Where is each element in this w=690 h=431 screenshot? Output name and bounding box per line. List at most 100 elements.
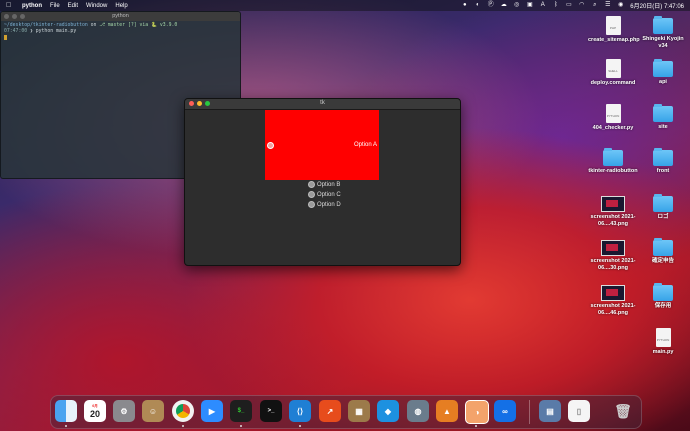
php-file-icon: PHP <box>605 16 621 35</box>
radio-option-a[interactable] <box>267 142 274 149</box>
wifi-icon[interactable]: ◠ <box>578 2 585 9</box>
python-file-icon: PYTHON <box>605 104 621 123</box>
desktop-file-create-sitemap[interactable]: PHP create_sitemap.php <box>588 16 640 44</box>
chrome-icon[interactable] <box>172 400 194 422</box>
desktop-icon-label: main.py <box>652 349 674 355</box>
radio-option-c-label[interactable]: Option C <box>317 192 341 198</box>
radio-option-a-label[interactable]: Option A <box>354 142 377 148</box>
status-p-icon[interactable]: Ⓟ <box>487 2 494 9</box>
desktop-screenshot-43[interactable]: screenshot 2021-06....43.png <box>588 196 638 227</box>
desktop-icon-label: deploy.command <box>590 80 636 86</box>
radio-option-d[interactable] <box>308 201 315 208</box>
terminal-alt-icon[interactable]: >_ <box>260 400 282 422</box>
vscode-icon[interactable]: ⟨⟩ <box>289 400 311 422</box>
docker-icon[interactable]: ◆ <box>377 400 399 422</box>
dock: 6月 20 ⚙ ☺ ▶ $_ >_ ⟨⟩ ↗ ▦ ◆ ◍ ▲ ◑ ∞ ▤ ▯ 🗑 <box>50 395 642 429</box>
radio-option-b-label[interactable]: Option B <box>317 182 340 188</box>
desktop-folder-front[interactable]: front <box>638 148 688 175</box>
desktop-folder-tkinter-radiobutton[interactable]: tkinter-radiobutton <box>588 148 638 175</box>
terminal-titlebar[interactable]: python <box>1 12 240 21</box>
search-icon[interactable]: ⌕ <box>591 2 598 9</box>
image-file-icon <box>601 196 625 212</box>
desktop-icon-label: front <box>656 168 670 174</box>
trash-icon[interactable]: 🗑 <box>612 400 634 422</box>
finder-icon[interactable] <box>55 400 77 422</box>
control-center-icon[interactable]: ☰ <box>604 2 611 9</box>
status-a-icon[interactable]: A <box>539 2 546 9</box>
calendar-icon[interactable]: 6月 20 <box>84 400 106 422</box>
desktop-folder-tax-return[interactable]: 確定申告 <box>638 238 688 265</box>
radio-option-b-row[interactable]: Option B <box>308 181 340 188</box>
folder-icon <box>653 283 673 301</box>
folder-icon <box>653 104 673 122</box>
menu-file[interactable]: File <box>50 3 60 9</box>
desktop-icon-label: screenshot 2021-06....43.png <box>590 214 636 227</box>
terminal-output[interactable]: ~/desktop/tkinter-radiobutton on ⎇ maste… <box>1 21 240 45</box>
radio-option-b[interactable] <box>308 181 315 188</box>
desktop-folder-storage[interactable]: 保存用 <box>638 283 688 310</box>
running-indicator <box>182 425 184 427</box>
menu-bar:  python File Edit Window Help ● ◐ Ⓟ ☁ ◎… <box>0 0 690 11</box>
desktop-icon-label: ロゴ <box>657 214 669 220</box>
folder-icon <box>653 59 673 77</box>
desktop-icon-label: Shingeki Kyojin v34 <box>642 36 684 49</box>
desktop-icon-label: create_sitemap.php <box>588 37 640 43</box>
radio-option-a-panel[interactable]: Option A <box>265 110 379 180</box>
archive-icon[interactable]: ▦ <box>348 400 370 422</box>
status-app-icon-4[interactable]: ▣ <box>526 2 533 9</box>
system-preferences-icon[interactable]: ⚙ <box>113 400 135 422</box>
running-indicator <box>240 425 242 427</box>
folder-icon <box>653 238 673 256</box>
desktop-icon-label: api <box>659 79 667 85</box>
running-indicator <box>299 425 301 427</box>
desktop-screenshot-46[interactable]: screenshot 2021-06....46.png <box>588 285 638 316</box>
desktop-file-main-py[interactable]: PYTHON main.py <box>638 328 688 356</box>
charts-app-icon[interactable]: ↗ <box>319 400 341 422</box>
radio-option-c-row[interactable]: Option C <box>308 191 341 198</box>
prompt-branch: ⎇ master [?] via 🐍 v3.9.0 <box>99 23 178 28</box>
desktop-folder-site[interactable]: site <box>638 104 688 131</box>
status-cloud-icon[interactable]: ☁ <box>500 2 507 9</box>
menu-window[interactable]: Window <box>86 3 107 9</box>
desktop-folder-logo[interactable]: ロゴ <box>638 194 688 221</box>
status-app-icon-3[interactable]: ◎ <box>513 2 520 9</box>
document-icon[interactable]: ▯ <box>568 400 590 422</box>
zoom-icon[interactable]: ▶ <box>201 400 223 422</box>
desktop-screenshot-30[interactable]: screenshot 2021-06....30.png <box>588 240 638 271</box>
desktop-icon-label: 保存用 <box>654 303 672 309</box>
dock-separator <box>529 400 530 424</box>
desktop-file-404-checker[interactable]: PYTHON 404_checker.py <box>588 104 638 132</box>
folder-icon <box>603 148 623 166</box>
terminal-title: python <box>112 13 129 19</box>
infinity-icon[interactable]: ∞ <box>494 400 516 422</box>
running-indicator <box>475 425 477 427</box>
menu-edit[interactable]: Edit <box>68 3 78 9</box>
contacts-icon[interactable]: ☺ <box>142 400 164 422</box>
calendar-day: 20 <box>89 408 100 419</box>
menubar-datetime[interactable]: 6月20日(日) 7:47:06 <box>630 1 684 10</box>
status-app-icon[interactable]: ● <box>461 2 468 9</box>
tk-titlebar[interactable]: tk <box>185 99 460 110</box>
terminal-icon[interactable]: $_ <box>230 400 252 422</box>
apple-icon[interactable]:  <box>6 2 13 9</box>
app-icon[interactable]: ▲ <box>436 400 458 422</box>
app-icon-2[interactable]: ◑ <box>465 400 489 424</box>
radio-option-d-row[interactable]: Option D <box>308 201 341 208</box>
desktop-icon-label: 確定申告 <box>651 258 674 264</box>
menu-help[interactable]: Help <box>115 3 127 9</box>
radio-option-c[interactable] <box>308 191 315 198</box>
desktop-file-deploy[interactable]: SHELL deploy.command <box>588 59 638 87</box>
screenshot-folder-icon[interactable]: ▤ <box>539 400 561 422</box>
desktop-folder-shingeki[interactable]: Shingeki Kyojin v34 <box>638 16 688 49</box>
menu-app-name[interactable]: python <box>22 3 42 9</box>
desktop-icon-label: 404_checker.py <box>592 125 634 131</box>
status-app-icon-2[interactable]: ◐ <box>474 2 481 9</box>
bluetooth-icon[interactable]: ᛒ <box>552 2 559 9</box>
desktop-folder-api[interactable]: api <box>638 59 688 86</box>
tk-window[interactable]: tk Option A Option B Option C Option D <box>184 98 461 266</box>
siri-icon[interactable]: ◉ <box>617 2 624 9</box>
battery-icon[interactable]: ▭ <box>565 2 572 9</box>
radio-option-d-label[interactable]: Option D <box>317 202 341 208</box>
desktop-icon-label: screenshot 2021-06....30.png <box>590 258 636 271</box>
preview-icon[interactable]: ◍ <box>407 400 429 422</box>
